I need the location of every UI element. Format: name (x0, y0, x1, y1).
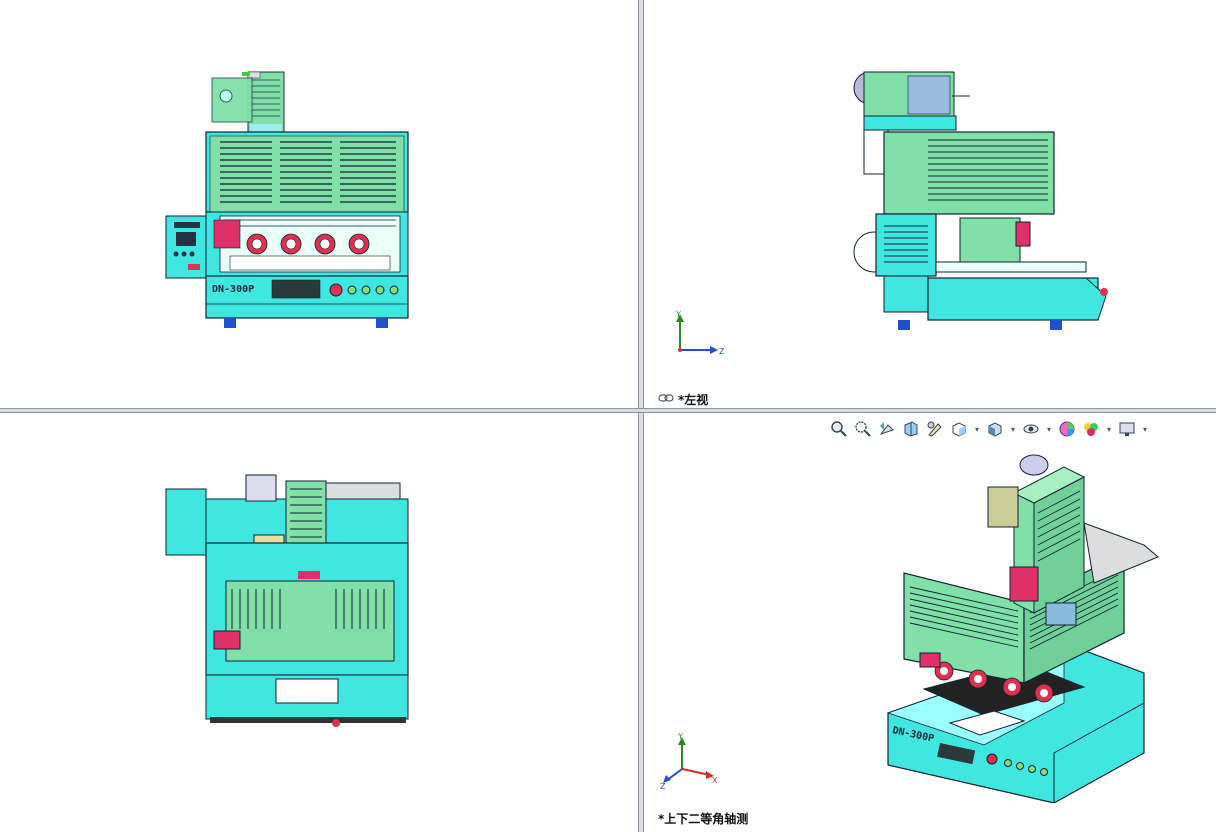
section-view-icon[interactable] (901, 419, 921, 439)
machine-left-view (853, 71, 1108, 330)
view-settings-dropdown[interactable]: ▾ (1141, 425, 1149, 434)
display-style-icon[interactable] (985, 419, 1005, 439)
display-style-dropdown[interactable]: ▾ (1009, 425, 1017, 434)
viewport-isometric[interactable]: ▾ ▾ ▾ ▾ ▾ DN-300P Y X Z *上下二等角轴测 (644, 413, 1216, 829)
coordinate-triad: Y Z (675, 310, 725, 356)
triad-x-label-iso: X (712, 776, 718, 785)
view-orientation-icon[interactable] (949, 419, 969, 439)
machine-isometric-view: DN-300P (886, 454, 1159, 803)
apply-scene-icon[interactable] (1081, 419, 1101, 439)
hide-show-dropdown[interactable]: ▾ (1045, 425, 1053, 434)
viewport-top[interactable] (0, 413, 638, 829)
triad-z-label: Z (719, 347, 725, 356)
link-view-icon[interactable] (658, 393, 674, 403)
view-orientation-dropdown[interactable]: ▾ (973, 425, 981, 434)
dynamic-annotation-icon[interactable] (925, 419, 945, 439)
apply-scene-dropdown[interactable]: ▾ (1105, 425, 1113, 434)
coordinate-triad-iso: Y X Z (660, 733, 718, 789)
machine-top-view (165, 474, 409, 727)
viewport-label-isometric: *上下二等角轴测 (658, 812, 749, 826)
zoom-to-fit-icon[interactable] (829, 419, 849, 439)
view-settings-icon[interactable] (1117, 419, 1137, 439)
previous-view-icon[interactable] (877, 419, 897, 439)
triad-y-label-iso: Y (677, 733, 683, 741)
viewport-front[interactable]: DN-300P (0, 0, 638, 408)
machine-front-view: DN-300P (165, 71, 409, 328)
viewport-left[interactable]: Y Z *左视 (644, 0, 1216, 408)
triad-y-label: Y (675, 310, 681, 319)
edit-appearance-icon[interactable] (1057, 419, 1077, 439)
zoom-area-icon[interactable] (853, 419, 873, 439)
viewport-label-left: *左视 (678, 393, 709, 407)
triad-z-label-iso: Z (660, 782, 666, 789)
front-model-label: DN-300P (212, 284, 254, 295)
heads-up-view-toolbar: ▾ ▾ ▾ ▾ ▾ (829, 419, 1149, 439)
hide-show-items-icon[interactable] (1021, 419, 1041, 439)
